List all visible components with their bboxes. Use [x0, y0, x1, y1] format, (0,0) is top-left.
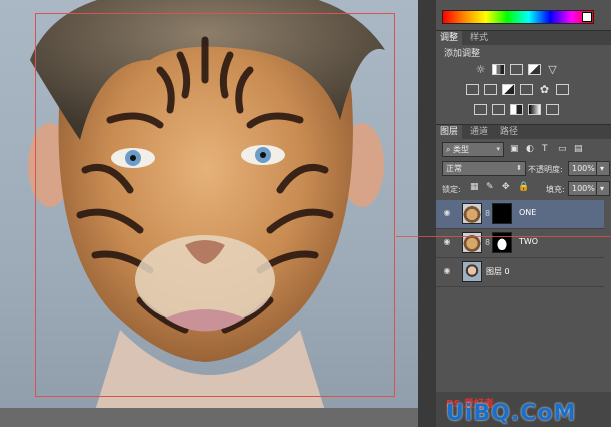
blend-mode-select[interactable]: 正常 ⬍ — [442, 161, 526, 176]
filter-type-icon[interactable]: T — [542, 144, 548, 154]
document-canvas[interactable] — [0, 0, 418, 427]
tab-adjustments[interactable]: 调整 — [436, 31, 463, 45]
link-icon[interactable]: 8 — [485, 209, 490, 218]
filter-shape-icon[interactable]: ▭ — [558, 144, 567, 154]
selection-marquee — [35, 13, 395, 397]
watermark-logo: UiBQ.CoM — [446, 401, 577, 426]
eye-icon[interactable]: ◉ — [442, 208, 452, 218]
filter-adjustment-icon[interactable]: ◐ — [526, 144, 534, 154]
layers-panel-footer: PS 爱好者 UiBQ.CoM — [436, 392, 611, 427]
threshold-icon[interactable] — [510, 104, 523, 115]
gradient-map-icon[interactable] — [528, 104, 541, 115]
adjustments-tabbar: 调整 样式 — [436, 30, 611, 45]
tab-layers[interactable]: 图层 — [436, 125, 463, 139]
levels-icon[interactable] — [492, 64, 505, 75]
tab-channels[interactable]: 通道 — [466, 125, 492, 139]
lock-transparent-icon[interactable]: ▦ — [470, 182, 479, 192]
layer-name[interactable]: ONE — [519, 208, 536, 217]
white-swatch[interactable] — [582, 12, 592, 22]
layer-name[interactable]: 图层 0 — [486, 266, 510, 277]
layer-filter-select[interactable]: ⌕ 类型 ▾ — [442, 142, 504, 157]
layer-mask-thumbnail[interactable] — [492, 203, 512, 224]
layer-name[interactable]: TWO — [519, 237, 538, 246]
opacity-label: 不透明度: — [528, 165, 563, 174]
annotation-line — [396, 236, 611, 237]
lock-image-icon[interactable]: ✎ — [486, 182, 494, 192]
opacity-input[interactable]: 100% — [568, 161, 598, 176]
photo-filter-icon[interactable] — [520, 84, 533, 95]
vibrance-icon[interactable]: ▽ — [546, 64, 559, 75]
filter-smart-object-icon[interactable]: ▤ — [574, 144, 583, 154]
canvas-scroll-area[interactable] — [0, 408, 418, 427]
color-balance-icon[interactable] — [484, 84, 497, 95]
fill-input[interactable]: 100% — [568, 181, 598, 196]
layers-tabbar: 图层 通道 路径 — [436, 124, 611, 139]
lock-label: 锁定: — [442, 185, 461, 194]
brightness-icon[interactable]: ☼ — [474, 64, 487, 75]
fill-dropdown[interactable]: ▾ — [596, 181, 610, 196]
chevron-down-icon: ▾ — [496, 145, 500, 153]
search-icon: ⌕ — [446, 145, 454, 154]
channel-mixer-icon[interactable]: ✿ — [538, 84, 551, 95]
hue-saturation-icon[interactable] — [466, 84, 479, 95]
filter-pixel-icon[interactable]: ▣ — [510, 144, 519, 154]
layer-row-background[interactable]: ◉ 图层 0 — [436, 258, 604, 287]
layer-row-two[interactable]: ◉ 8 TWO — [436, 229, 604, 258]
add-adjustment-title: 添加调整 — [444, 49, 481, 59]
lock-all-icon[interactable]: 🔒 — [518, 182, 529, 192]
right-panel: 调整 样式 添加调整 ☼ ▽ ✿ 图层 通道 路径 ⌕ 类型 ▾ ▣ ◐ T ▭… — [436, 0, 611, 427]
link-icon[interactable]: 8 — [485, 238, 490, 247]
color-lookup-icon[interactable] — [556, 84, 569, 95]
eye-icon[interactable]: ◉ — [442, 266, 452, 276]
chevron-down-icon: ▾ — [600, 184, 605, 193]
lock-position-icon[interactable]: ✥ — [502, 182, 510, 192]
posterize-icon[interactable] — [492, 104, 505, 115]
tab-paths[interactable]: 路径 — [496, 125, 522, 139]
chevron-down-icon: ▾ — [600, 164, 605, 173]
exposure-icon[interactable] — [528, 64, 541, 75]
panel-collapse-strip[interactable] — [418, 0, 436, 427]
layer-thumbnail — [462, 203, 482, 224]
eye-icon[interactable]: ◉ — [442, 237, 452, 247]
selective-color-icon[interactable] — [546, 104, 559, 115]
color-ramp[interactable] — [442, 10, 594, 24]
fill-value: 100% — [572, 184, 595, 193]
invert-icon[interactable] — [474, 104, 487, 115]
opacity-dropdown[interactable]: ▾ — [596, 161, 610, 176]
tab-styles[interactable]: 样式 — [466, 31, 492, 45]
layer-thumbnail — [462, 261, 482, 282]
fill-label: 填充: — [546, 185, 565, 194]
opacity-value: 100% — [572, 164, 595, 173]
layer-row-one[interactable]: ◉ 8 ONE — [436, 200, 604, 229]
curves-icon[interactable] — [510, 64, 523, 75]
chevron-down-icon: ⬍ — [516, 164, 522, 172]
layer-filter-value: 类型 — [453, 145, 470, 154]
black-white-icon[interactable] — [502, 84, 515, 95]
blend-mode-value: 正常 — [446, 164, 462, 173]
